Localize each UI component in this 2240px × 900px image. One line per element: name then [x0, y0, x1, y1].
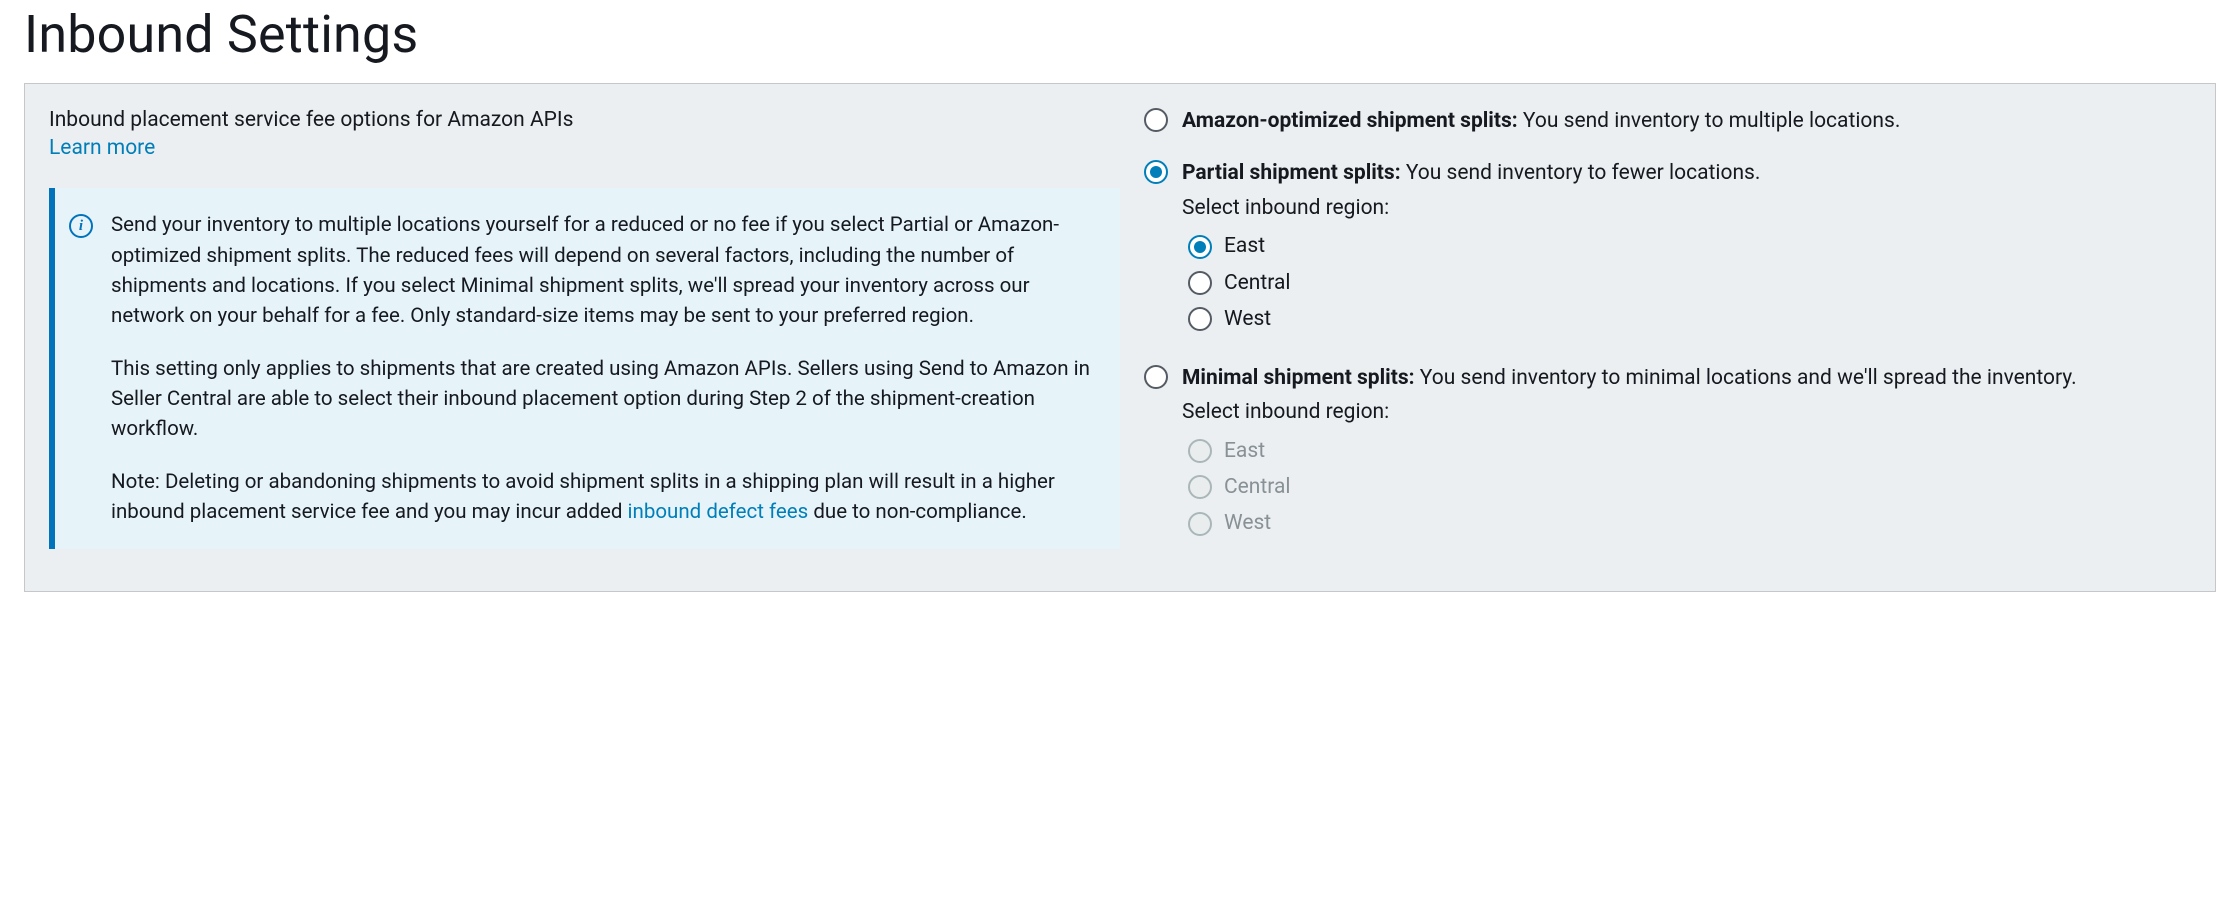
info-paragraph-1: Send your inventory to multiple location…: [111, 210, 1100, 331]
option-partial: Partial shipment splits: You send invent…: [1144, 158, 2191, 340]
radio-minimal-east: [1188, 439, 1212, 463]
partial-central-label: Central: [1224, 268, 1291, 298]
radio-minimal-west: [1188, 512, 1212, 536]
partial-region-east: East: [1182, 231, 1760, 261]
partial-sub-label: Select inbound region:: [1182, 193, 1760, 223]
partial-sub-options: East Central West: [1182, 231, 1760, 334]
right-column: Amazon-optimized shipment splits: You se…: [1144, 106, 2191, 567]
info-box: Send your inventory to multiple location…: [49, 188, 1120, 549]
option-partial-desc: You send inventory to fewer locations.: [1401, 161, 1761, 185]
info-p3-suffix: due to non-compliance.: [808, 500, 1027, 524]
radio-minimal-central: [1188, 475, 1212, 499]
option-minimal: Minimal shipment splits: You send invent…: [1144, 363, 2191, 545]
option-partial-text: Partial shipment splits: You send invent…: [1182, 158, 1760, 340]
inbound-defect-fees-link[interactable]: inbound defect fees: [628, 500, 809, 524]
info-body: Send your inventory to multiple location…: [111, 210, 1100, 527]
option-amazon-optimized: Amazon-optimized shipment splits: You se…: [1144, 106, 2191, 136]
minimal-east-label: East: [1224, 436, 1265, 466]
partial-region-west: West: [1182, 304, 1760, 334]
radio-partial[interactable]: [1144, 160, 1168, 184]
minimal-region-central: Central: [1182, 472, 2077, 502]
minimal-region-west: West: [1182, 508, 2077, 538]
partial-west-label: West: [1224, 304, 1271, 334]
learn-more-link[interactable]: Learn more: [49, 136, 155, 160]
radio-amazon-optimized[interactable]: [1144, 108, 1168, 132]
partial-region-central: Central: [1182, 268, 1760, 298]
left-column: Inbound placement service fee options fo…: [49, 106, 1120, 567]
option-amazon-desc: You send inventory to multiple locations…: [1518, 109, 1901, 133]
minimal-sub-options: East Central West: [1182, 436, 2077, 539]
minimal-central-label: Central: [1224, 472, 1291, 502]
option-minimal-text: Minimal shipment splits: You send invent…: [1182, 363, 2077, 545]
option-amazon-text: Amazon-optimized shipment splits: You se…: [1182, 106, 1900, 136]
radio-partial-west[interactable]: [1188, 307, 1212, 331]
radio-partial-east[interactable]: [1188, 235, 1212, 259]
info-paragraph-3: Note: Deleting or abandoning shipments t…: [111, 467, 1100, 528]
minimal-region-east: East: [1182, 436, 2077, 466]
page-title: Inbound Settings: [24, 4, 2216, 65]
minimal-sub-label: Select inbound region:: [1182, 397, 2077, 427]
info-icon: [69, 214, 93, 238]
option-minimal-title: Minimal shipment splits:: [1182, 366, 1415, 390]
minimal-west-label: West: [1224, 508, 1271, 538]
radio-partial-central[interactable]: [1188, 271, 1212, 295]
radio-minimal[interactable]: [1144, 365, 1168, 389]
option-minimal-desc: You send inventory to minimal locations …: [1415, 366, 2077, 390]
partial-east-label: East: [1224, 231, 1265, 261]
info-paragraph-2: This setting only applies to shipments t…: [111, 354, 1100, 445]
settings-panel: Inbound placement service fee options fo…: [24, 83, 2216, 592]
option-partial-title: Partial shipment splits:: [1182, 161, 1401, 185]
intro-label: Inbound placement service fee options fo…: [49, 106, 1120, 135]
info-icon-wrap: [69, 210, 93, 238]
option-amazon-title: Amazon-optimized shipment splits:: [1182, 109, 1518, 133]
